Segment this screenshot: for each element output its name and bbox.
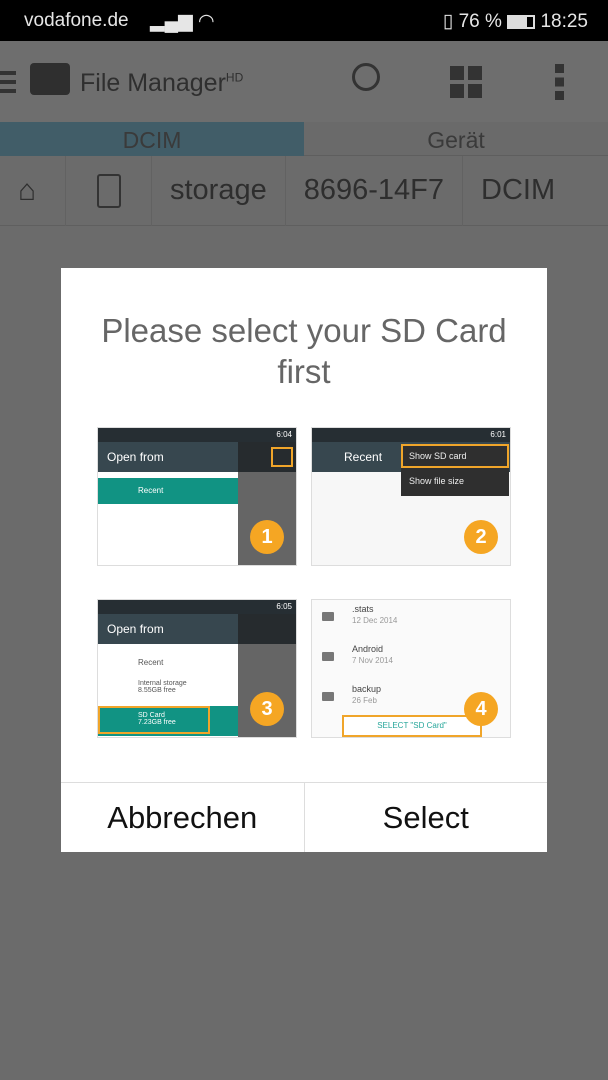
step-1-image: 6:04 Open from Recent 1 [97,427,297,566]
cancel-button[interactable]: Abbrechen [61,783,304,852]
recent-item: Recent [138,486,164,495]
home-icon[interactable]: ⌂ [0,155,66,226]
breadcrumb-sdcard[interactable]: 8696-14F7 [286,155,464,226]
breadcrumb: ⌂ storage 8696-14F7 DCIM [0,155,608,226]
search-icon[interactable] [352,63,380,91]
status-bar: vodafone.de ▂▄▆ ◠ ▯ 76 % 18:25 [0,0,608,41]
overflow-highlight [271,447,293,467]
app-title: File ManagerHD [80,69,244,97]
app-bar: File ManagerHD [0,41,608,122]
folder-icon [322,652,334,661]
vibrate-icon: ▯ [442,11,459,32]
breadcrumb-dcim[interactable]: DCIM [463,156,573,226]
step-3-image: 6:05 Open from Recent Internal storage 8.… [97,599,297,738]
tab-dcim[interactable]: DCIM [0,122,304,156]
grid-view-icon[interactable] [450,66,482,98]
folder-icon [322,612,334,621]
step-4-image: .stats 12 Dec 2014 Android 7 Nov 2014 ba… [311,599,511,738]
signal-wifi-icon: ▂▄▆ ◠ [150,11,215,32]
sd-card-item: SD Card 7.23GB free [98,706,210,734]
select-button[interactable]: Select [303,783,548,852]
dialog-buttons: Abbrechen Select [61,782,547,852]
select-sd-dialog: Please select your SD Card first 6:04 Op… [61,268,547,852]
dialog-title: Please select your SD Card first [101,312,507,390]
step-badge: 4 [464,692,498,726]
tab-geraet[interactable]: Gerät [304,122,608,156]
step-badge: 1 [250,520,284,554]
battery-icon [507,14,536,29]
folder-icon [322,692,334,701]
step-2-image: 6:01 Recent Show SD card Show file size … [311,427,511,566]
step-badge: 2 [464,520,498,554]
battery-percent: 76 % [458,11,502,32]
step-badge: 3 [250,692,284,726]
overflow-menu: Show SD card Show file size [401,444,509,496]
menu-icon[interactable] [0,71,16,93]
breadcrumb-storage[interactable]: storage [152,155,286,226]
tabs: DCIM Gerät [0,122,608,156]
clock: 18:25 [540,11,588,32]
device-icon[interactable] [66,155,152,226]
more-icon[interactable] [555,64,564,100]
select-sd-card-sample: SELECT "SD Card" [342,715,482,737]
carrier: vodafone.de [24,10,129,31]
app-logo-icon [30,63,70,95]
